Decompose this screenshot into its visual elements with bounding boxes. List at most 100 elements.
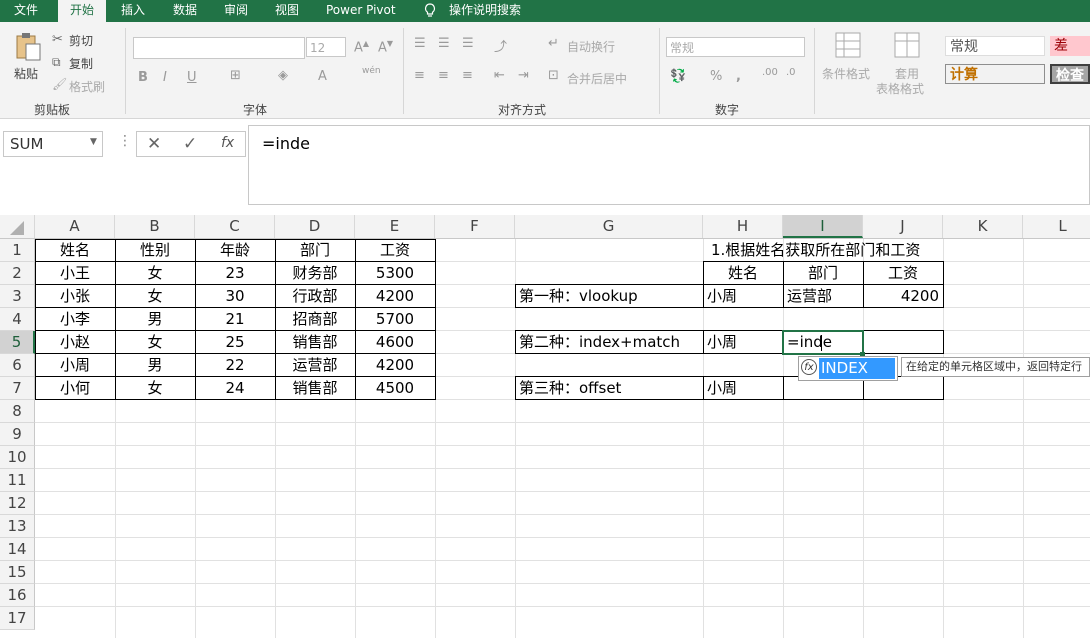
lookup-title[interactable]: 1.根据姓名获取所在部门和工资 (707, 239, 943, 262)
style-check[interactable]: 检查 (1050, 64, 1090, 84)
menu-tellme[interactable]: 操作说明搜索 (449, 0, 521, 22)
row-header[interactable]: 1 (0, 239, 35, 262)
phonetic-icon[interactable]: wén (362, 66, 381, 76)
header-cell[interactable]: 年龄 (195, 239, 275, 262)
table-cell[interactable]: 男 (115, 308, 195, 331)
header-cell[interactable]: 工资 (355, 239, 435, 262)
column-header[interactable]: B (115, 215, 195, 238)
menu-file[interactable]: 文件 (14, 0, 38, 22)
copy-button[interactable]: 复制 (69, 55, 93, 72)
table-cell[interactable]: 行政部 (275, 285, 355, 308)
column-header[interactable]: C (195, 215, 275, 238)
table-cell[interactable]: 女 (115, 377, 195, 400)
row-header[interactable]: 3 (0, 285, 35, 308)
decrease-indent-icon[interactable]: ⇤ (494, 68, 505, 83)
table-cell[interactable]: 女 (115, 331, 195, 354)
decrease-decimal-icon[interactable]: .0 (786, 67, 796, 78)
wrap-text-button[interactable]: 自动换行 (567, 38, 615, 55)
method-cell[interactable]: 第二种：index+match (515, 331, 703, 354)
table-cell[interactable]: 23 (195, 262, 275, 285)
table-cell[interactable]: 男 (115, 354, 195, 377)
table-cell[interactable]: 小周 (703, 331, 783, 354)
align-left-icon[interactable]: ≡ (414, 68, 425, 83)
table-cell[interactable]: 5300 (355, 262, 435, 285)
menu-view[interactable]: 视图 (275, 0, 299, 22)
menu-review[interactable]: 审阅 (224, 0, 248, 22)
font-color-icon[interactable]: A (318, 69, 327, 84)
percent-icon[interactable]: % (710, 69, 722, 84)
enter-icon[interactable]: ✓ (183, 134, 197, 154)
table-cell[interactable]: 招商部 (275, 308, 355, 331)
row-header[interactable]: 17 (0, 607, 35, 630)
table-cell[interactable]: 30 (195, 285, 275, 308)
table-cell[interactable]: 22 (195, 354, 275, 377)
menu-home[interactable]: 开始 (58, 0, 106, 22)
row-header[interactable]: 4 (0, 308, 35, 331)
method-cell[interactable]: 第一种：vlookup (515, 285, 703, 308)
header-cell[interactable]: 性别 (115, 239, 195, 262)
header-cell[interactable]: 部门 (783, 262, 863, 285)
row-header[interactable]: 2 (0, 262, 35, 285)
row-header[interactable]: 12 (0, 492, 35, 515)
table-cell[interactable]: 24 (195, 377, 275, 400)
row-header-selected[interactable]: 5 (0, 331, 35, 354)
conditional-format-button[interactable]: 条件格式 (822, 65, 870, 82)
table-cell[interactable]: 小周 (703, 377, 783, 400)
font-name-dropdown[interactable] (133, 37, 305, 59)
method-cell[interactable]: 第三种：offset (515, 377, 703, 400)
table-cell[interactable]: 女 (115, 285, 195, 308)
table-cell[interactable]: 4200 (355, 285, 435, 308)
row-header[interactable]: 10 (0, 446, 35, 469)
comma-icon[interactable]: , (736, 69, 741, 84)
table-cell[interactable]: 小何 (35, 377, 115, 400)
table-cell[interactable]: 4200 (863, 285, 943, 308)
table-cell[interactable]: 小李 (35, 308, 115, 331)
column-header[interactable]: A (35, 215, 115, 238)
row-header[interactable]: 16 (0, 584, 35, 607)
active-cell[interactable]: =inde (782, 330, 864, 355)
column-header[interactable]: D (275, 215, 355, 238)
select-all-corner[interactable] (0, 215, 35, 238)
column-header[interactable]: G (515, 215, 703, 238)
table-cell[interactable]: 财务部 (275, 262, 355, 285)
table-cell[interactable]: 21 (195, 308, 275, 331)
increase-indent-icon[interactable]: ⇥ (518, 68, 529, 83)
currency-icon[interactable]: 💱 (670, 69, 686, 84)
table-cell[interactable]: 小周 (703, 285, 783, 308)
row-header[interactable]: 15 (0, 561, 35, 584)
underline-button[interactable]: U (187, 70, 197, 85)
row-header[interactable]: 7 (0, 377, 35, 400)
align-top-icon[interactable]: ☰ (414, 36, 426, 51)
autocomplete-item-index[interactable]: INDEX (819, 358, 895, 379)
row-header[interactable]: 14 (0, 538, 35, 561)
table-format-label2[interactable]: 表格格式 (876, 80, 924, 97)
header-cell[interactable]: 姓名 (35, 239, 115, 262)
column-header-selected[interactable]: I (783, 215, 863, 238)
align-middle-icon[interactable]: ☰ (438, 36, 450, 51)
italic-button[interactable]: I (163, 70, 167, 85)
column-header[interactable]: L (1023, 215, 1090, 238)
row-header[interactable]: 11 (0, 469, 35, 492)
align-right-icon[interactable]: ≡ (462, 68, 473, 83)
style-calculation[interactable]: 计算 (945, 64, 1045, 84)
paste-button[interactable]: 粘贴 (14, 65, 38, 82)
table-cell[interactable]: 小周 (35, 354, 115, 377)
number-format-dropdown[interactable]: 常规 (666, 37, 805, 57)
table-cell[interactable]: 小赵 (35, 331, 115, 354)
column-header[interactable]: J (863, 215, 943, 238)
table-cell[interactable]: 25 (195, 331, 275, 354)
table-cell[interactable]: 4500 (355, 377, 435, 400)
increase-decimal-icon[interactable]: .00 (762, 67, 778, 78)
table-cell[interactable]: 销售部 (275, 377, 355, 400)
merge-center-button[interactable]: 合并后居中 (567, 70, 627, 87)
column-header[interactable]: K (943, 215, 1023, 238)
table-cell[interactable]: 5700 (355, 308, 435, 331)
header-cell[interactable]: 姓名 (703, 262, 783, 285)
cancel-icon[interactable]: ✕ (147, 134, 161, 154)
border-icon[interactable]: ⊞ (230, 68, 241, 83)
align-bottom-icon[interactable]: ☰ (462, 36, 474, 51)
font-size-dropdown[interactable]: 12 (306, 37, 346, 57)
column-header[interactable]: E (355, 215, 435, 238)
column-header[interactable]: F (435, 215, 515, 238)
header-cell[interactable]: 部门 (275, 239, 355, 262)
